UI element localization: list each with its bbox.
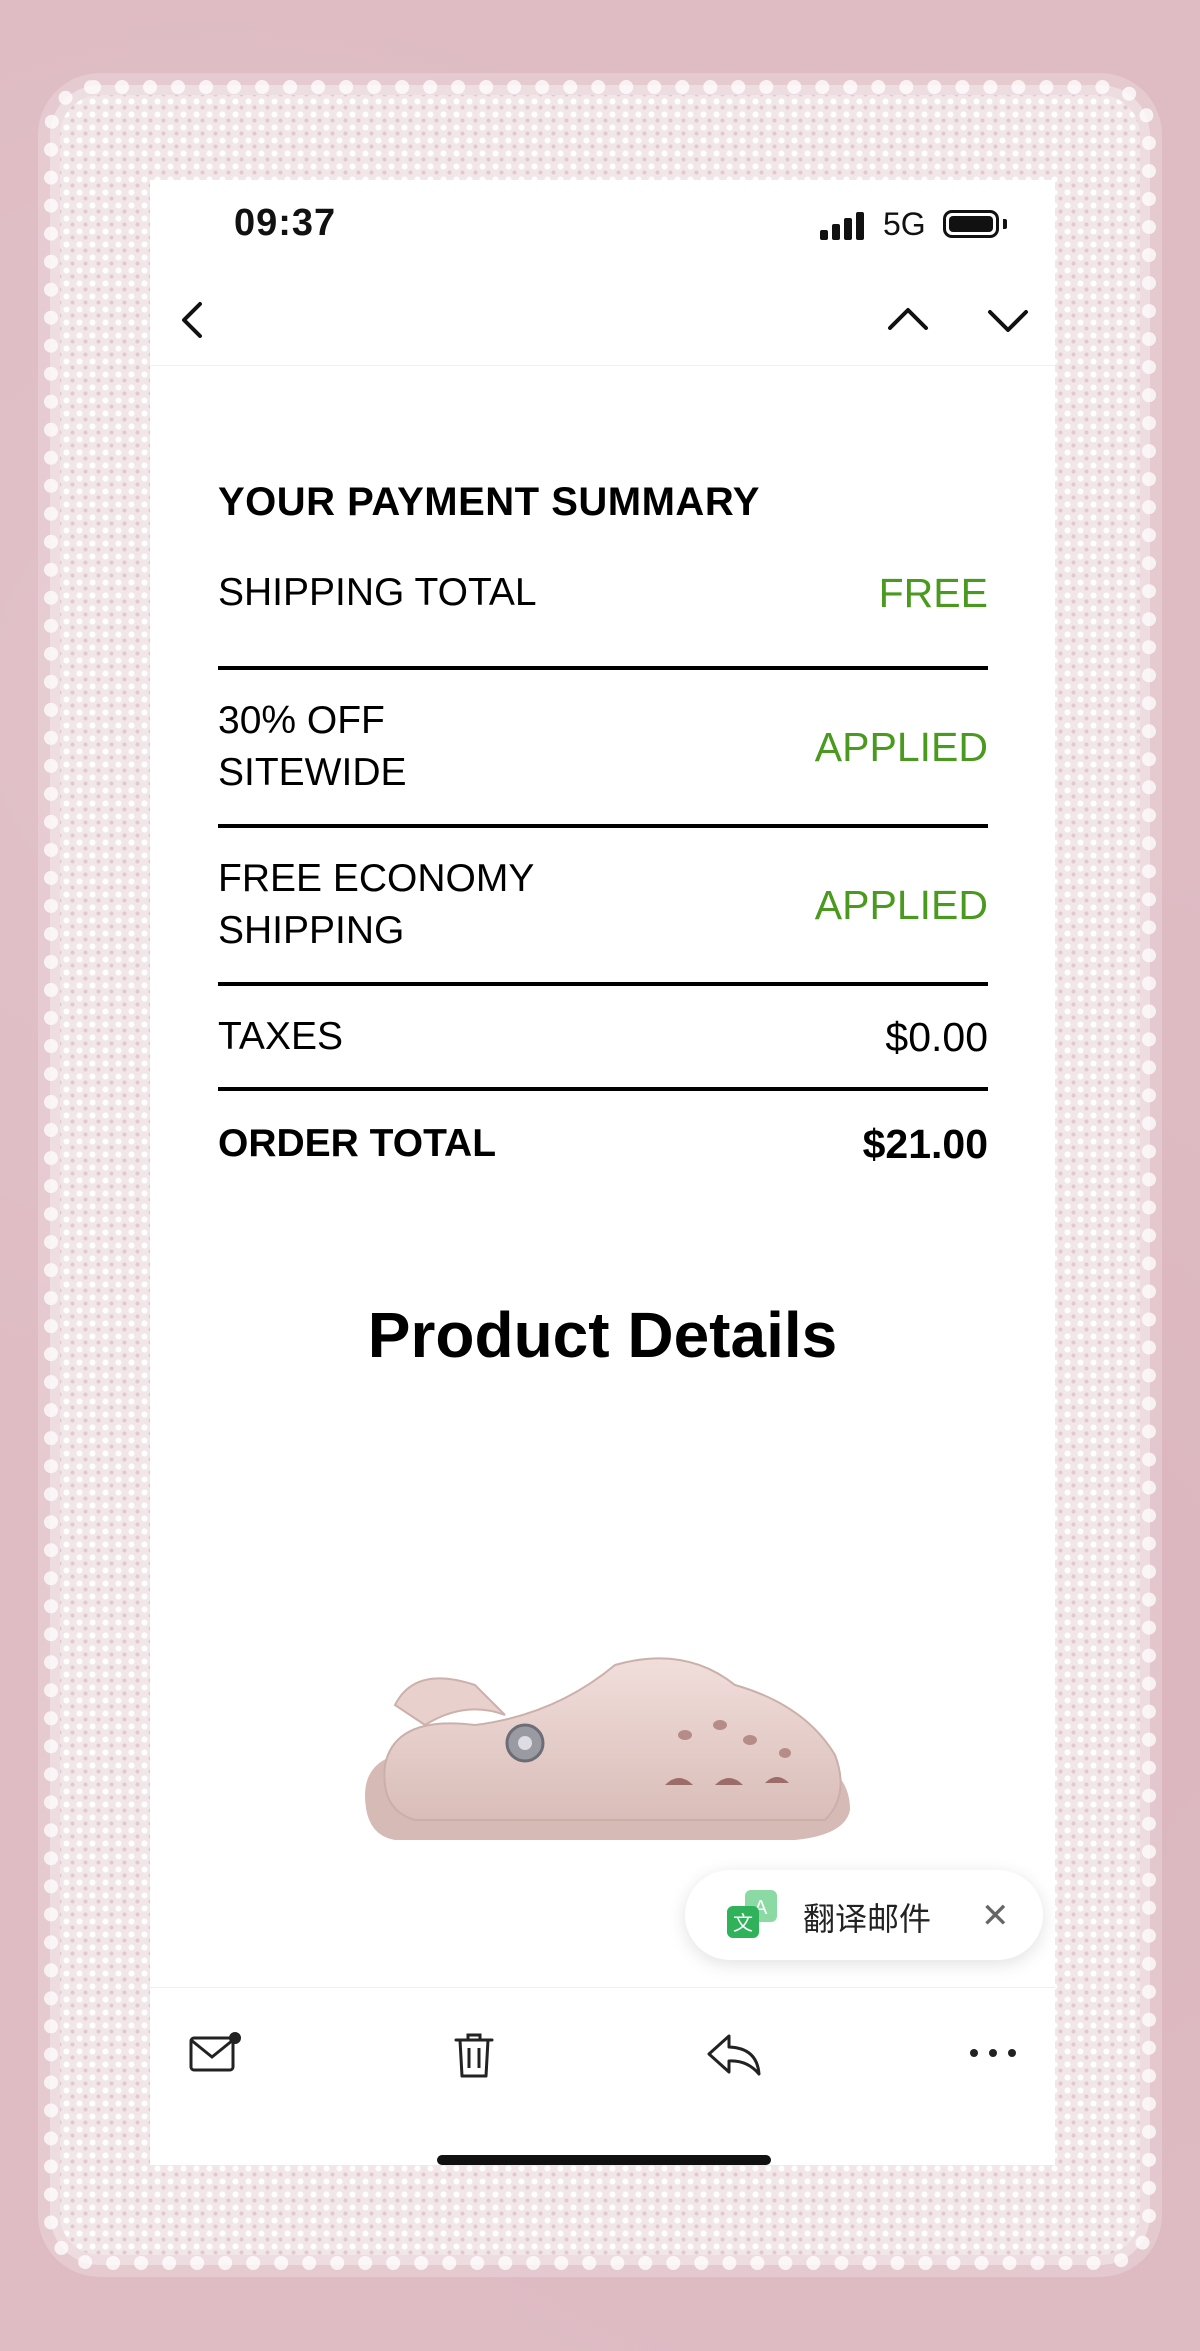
summary-row-label: SHIPPING TOTAL [218, 571, 537, 614]
close-icon[interactable]: ✕ [981, 1896, 1010, 1936]
summary-row-order-total: ORDER TOTAL $21.00 [218, 1091, 988, 1196]
summary-row-shipping-total: SHIPPING TOTAL FREE [218, 565, 988, 670]
summary-row-label: ORDER TOTAL [218, 1121, 497, 1165]
svg-text:文: 文 [733, 1911, 753, 1935]
battery-tip [1003, 219, 1007, 229]
chevron-left-icon[interactable] [170, 288, 214, 357]
more-icon[interactable] [968, 2043, 1018, 2068]
summary-row-label: FREE ECONOMY SHIPPING [218, 857, 535, 952]
product-image-clog [355, 1645, 855, 1865]
summary-row-value: FREE [878, 570, 988, 616]
home-indicator[interactable] [437, 2155, 771, 2165]
reply-icon[interactable] [705, 2030, 765, 2085]
product-details-title: Product Details [367, 1299, 838, 1371]
trash-icon[interactable] [452, 2030, 496, 2085]
summary-row-label: 30% OFF SITEWIDE [218, 699, 407, 794]
summary-row-value: APPLIED [814, 882, 988, 928]
summary-row-value: $21.00 [862, 1120, 988, 1167]
battery-icon [943, 210, 999, 238]
chevron-down-icon[interactable] [980, 288, 1036, 357]
mark-unread-icon[interactable] [188, 2030, 242, 2081]
phone-screen: 09:37 5G YOUR PAYMENT SUMMARY SHIPPING T… [150, 180, 1055, 2165]
translate-icon: A 文 [727, 1890, 779, 1940]
network-label: 5G [883, 206, 926, 242]
signal-icon [820, 212, 864, 240]
status-time: 09:37 [234, 202, 337, 244]
mail-toolbar [150, 1987, 1055, 2165]
payment-summary: YOUR PAYMENT SUMMARY SHIPPING TOTAL FREE… [218, 480, 988, 1196]
chevron-up-icon[interactable] [880, 288, 936, 357]
mail-nav-bar [150, 280, 1055, 366]
translate-email-popup[interactable]: A 文 翻译邮件 ✕ [685, 1870, 1043, 1960]
summary-row-value: $0.00 [885, 1013, 988, 1060]
summary-row-free-shipping: FREE ECONOMY SHIPPING APPLIED [218, 828, 988, 986]
summary-row-taxes: TAXES $0.00 [218, 986, 988, 1091]
summary-row-discount: 30% OFF SITEWIDE APPLIED [218, 670, 988, 828]
payment-summary-title: YOUR PAYMENT SUMMARY [218, 480, 760, 524]
summary-row-label: TAXES [218, 1014, 343, 1058]
translate-email-label[interactable]: 翻译邮件 [803, 1894, 931, 1940]
summary-row-value: APPLIED [814, 724, 988, 770]
